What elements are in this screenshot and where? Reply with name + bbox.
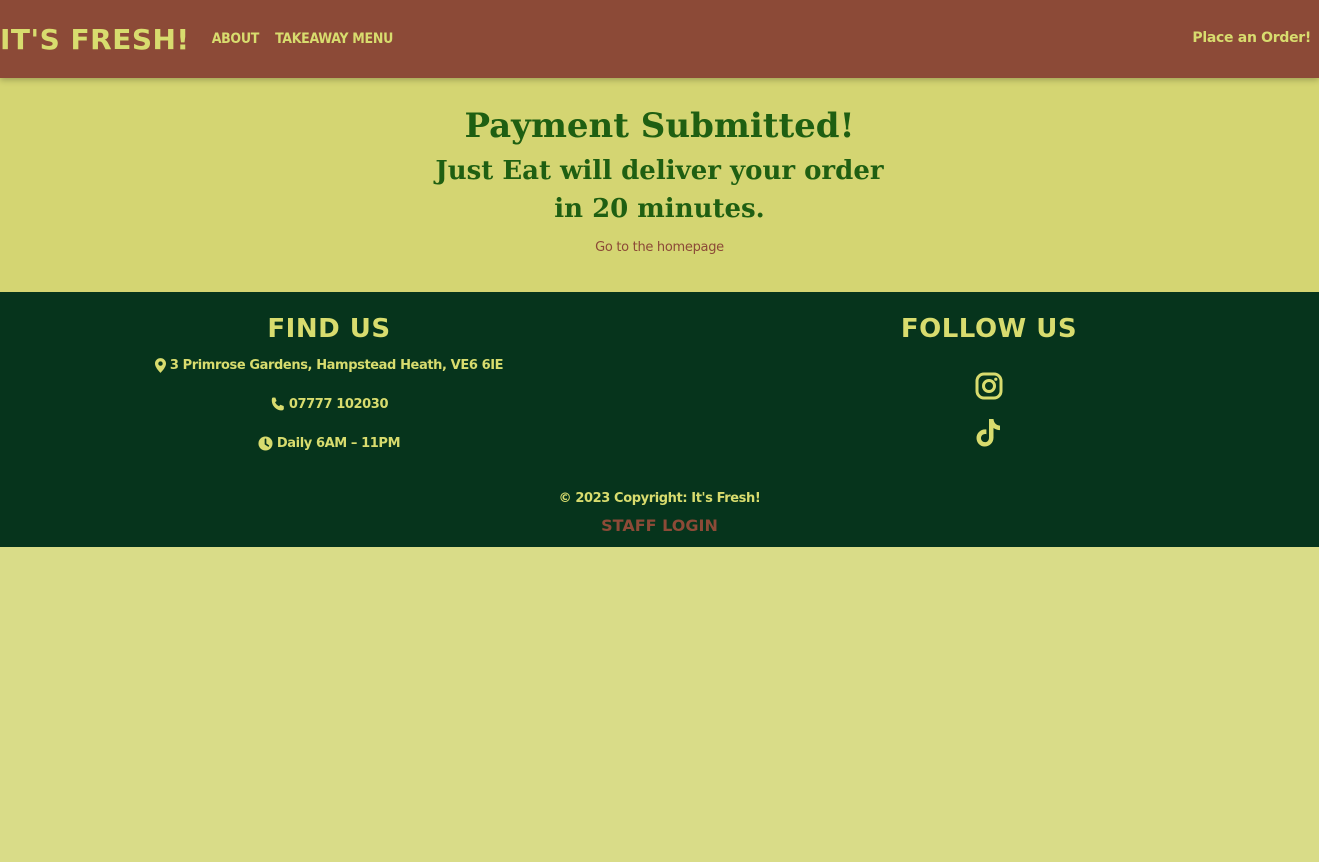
brand-logo[interactable]: IT'S FRESH! <box>0 23 190 56</box>
page-background <box>0 547 1319 862</box>
hours-text: Daily 6AM – 11PM <box>276 436 401 451</box>
homepage-link[interactable]: Go to the homepage <box>595 240 724 255</box>
hours-row: Daily 6AM – 11PM <box>129 436 529 451</box>
clock-icon <box>258 436 273 451</box>
instagram-icon[interactable] <box>975 372 1003 404</box>
delivery-message: Just Eat will deliver your order in 20 m… <box>435 156 884 224</box>
map-marker-icon <box>154 358 166 373</box>
nav-link-takeaway-menu[interactable]: TAKEAWAY MENU <box>275 31 393 47</box>
tiktok-icon[interactable] <box>975 418 1003 452</box>
phone-icon <box>271 397 284 411</box>
nav-link-about[interactable]: ABOUT <box>212 31 260 47</box>
address-text: 3 Primrose Gardens, Hampstead Heath, VE6… <box>169 358 504 373</box>
staff-login-link[interactable]: STAFF LOGIN <box>0 516 1319 535</box>
page-title: Payment Submitted! <box>464 106 855 146</box>
address-row: 3 Primrose Gardens, Hampstead Heath, VE6… <box>129 358 529 373</box>
find-us-heading: FIND US <box>267 314 391 344</box>
place-order-button[interactable]: Place an Order! <box>1192 30 1311 46</box>
follow-us-heading: FOLLOW US <box>900 314 1078 344</box>
top-navbar: IT'S FRESH! ABOUT TAKEAWAY MENU Place an… <box>0 0 1319 78</box>
follow-us-column: FOLLOW US <box>789 314 1189 452</box>
footer: FIND US 3 Primrose Gardens, Hampstead He… <box>0 292 1319 547</box>
find-us-column: FIND US 3 Primrose Gardens, Hampstead He… <box>129 314 529 475</box>
copyright-text: © 2023 Copyright: It's Fresh! <box>558 491 761 506</box>
phone-text: 07777 102030 <box>288 397 389 412</box>
phone-row: 07777 102030 <box>129 397 529 412</box>
confirmation-section: Payment Submitted! Just Eat will deliver… <box>0 78 1319 292</box>
social-links <box>789 358 1189 452</box>
